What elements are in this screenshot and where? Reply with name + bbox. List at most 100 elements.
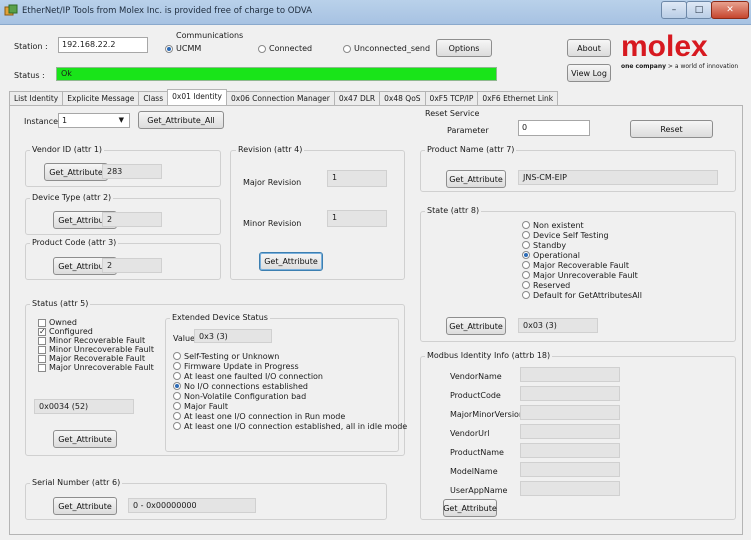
comm-ucmm-radio[interactable]: UCMM	[165, 44, 201, 53]
ext-firmware-update-radio[interactable]: Firmware Update in Progress	[173, 361, 407, 371]
maximize-button[interactable]: □	[686, 1, 712, 19]
view-log-button[interactable]: View Log	[567, 64, 611, 82]
reset-parameter-input[interactable]: 0	[518, 120, 590, 136]
close-button[interactable]: ✕	[711, 1, 749, 19]
comm-unconnected-send-radio[interactable]: Unconnected_send	[343, 44, 430, 53]
checkbox-icon	[38, 318, 46, 327]
reset-button[interactable]: Reset	[630, 120, 713, 138]
station-input[interactable]: 192.168.22.2	[58, 37, 148, 53]
radio-icon	[522, 241, 530, 249]
serial-number-title: Serial Number (attr 6)	[30, 478, 123, 487]
minimize-icon: –	[671, 5, 677, 15]
checkbox-icon	[38, 336, 46, 345]
get-attribute-all-button[interactable]: Get_Attribute_All	[138, 111, 224, 129]
minor-revision-value: 1	[327, 210, 387, 227]
modbus-majorminorversion-value	[520, 405, 620, 420]
tab-qos[interactable]: 0x48 QoS	[379, 91, 426, 105]
status-check-major-unrecoverable[interactable]: Major Unrecoverable Fault	[38, 363, 154, 372]
state-major-unrecoverable-radio[interactable]: Major Unrecoverable Fault	[522, 270, 642, 280]
major-revision-value: 1	[327, 170, 387, 187]
status-value: Ok	[61, 69, 72, 78]
revision-get-attribute-button[interactable]: Get_Attribute	[259, 252, 323, 271]
modbus-modelname-label: ModelName	[450, 467, 498, 476]
tab-list-identity[interactable]: List Identity	[9, 91, 64, 105]
product-name-title: Product Name (attr 7)	[425, 145, 517, 154]
product-code-value: 2	[102, 258, 162, 273]
status-check-owned[interactable]: Owned	[38, 318, 154, 327]
radio-icon	[522, 271, 530, 279]
radio-icon	[343, 44, 351, 53]
tab-class[interactable]: Class	[138, 91, 169, 105]
state-options: Non existent Device Self Testing Standby…	[522, 220, 642, 300]
app-icon	[4, 4, 18, 16]
radio-selected-icon	[173, 382, 181, 390]
state-standby-radio[interactable]: Standby	[522, 240, 642, 250]
radio-icon	[173, 372, 181, 380]
tab-dlr[interactable]: 0x47 DLR	[333, 91, 381, 105]
molex-logo: molex one company > a world of innovatio…	[621, 32, 746, 80]
ext-no-io-radio[interactable]: No I/O connections established	[173, 381, 407, 391]
status-get-attribute-button[interactable]: Get_Attribute	[53, 430, 117, 448]
ext-major-fault-radio[interactable]: Major Fault	[173, 401, 407, 411]
status-check-minor-recoverable[interactable]: Minor Recoverable Fault	[38, 336, 154, 345]
instance-value: 1	[62, 116, 68, 125]
major-revision-label: Major Revision	[243, 178, 302, 187]
tab-ethernet-link[interactable]: 0xF6 Ethernet Link	[477, 91, 559, 105]
status-check-major-recoverable[interactable]: Major Recoverable Fault	[38, 354, 154, 363]
tab-connection-manager[interactable]: 0x06 Connection Manager	[226, 91, 335, 105]
state-default-radio[interactable]: Default for GetAttributesAll	[522, 290, 642, 300]
window-title: EtherNet/IP Tools from Molex Inc. is pro…	[22, 6, 312, 16]
logo-text: molex	[621, 30, 708, 63]
modbus-get-attribute-button[interactable]: Get_Attribute	[443, 499, 497, 517]
ext-idle-mode-radio[interactable]: At least one I/O connection established,…	[173, 421, 407, 431]
minimize-button[interactable]: –	[661, 1, 687, 19]
state-self-testing-radio[interactable]: Device Self Testing	[522, 230, 642, 240]
checkbox-checked-icon: ✓	[38, 326, 46, 336]
communications-label: Communications	[176, 31, 244, 40]
options-button[interactable]: Options	[436, 39, 492, 57]
extended-value-field: 0x3 (3)	[194, 329, 272, 343]
status-check-minor-unrecoverable[interactable]: Minor Unrecoverable Fault	[38, 345, 154, 354]
tab-explicite-message[interactable]: Explicite Message	[62, 91, 140, 105]
modbus-title: Modbus Identity Info (attrb 18)	[425, 351, 553, 360]
checkbox-icon	[38, 345, 46, 354]
tab-identity[interactable]: 0x01 Identity	[167, 89, 227, 105]
ext-faulted-io-radio[interactable]: At least one faulted I/O connection	[173, 371, 407, 381]
device-type-value: 2	[102, 212, 162, 227]
state-non-existent-radio[interactable]: Non existent	[522, 220, 642, 230]
modbus-productcode-value	[520, 386, 620, 401]
serial-get-attribute-button[interactable]: Get_Attribute	[53, 497, 117, 515]
status-check-configured[interactable]: ✓ Configured	[38, 327, 154, 336]
ext-nonvolatile-bad-radio[interactable]: Non-Volatile Configuration bad	[173, 391, 407, 401]
modbus-userappname-value	[520, 481, 620, 496]
vendor-id-value: 283	[102, 164, 162, 179]
ext-self-testing-radio[interactable]: Self-Testing or Unknown	[173, 351, 407, 361]
vendor-get-attribute-button[interactable]: Get_Attribute	[44, 163, 108, 181]
modbus-vendorurl-value	[520, 424, 620, 439]
modbus-vendorname-label: VendorName	[450, 372, 502, 381]
extended-status-title: Extended Device Status	[170, 313, 270, 322]
radio-icon	[522, 231, 530, 239]
modbus-vendorname-value	[520, 367, 620, 382]
state-reserved-radio[interactable]: Reserved	[522, 280, 642, 290]
state-operational-radio[interactable]: Operational	[522, 250, 642, 260]
modbus-productcode-label: ProductCode	[450, 391, 501, 400]
instance-label: Instance	[24, 117, 59, 126]
modbus-majorminorversion-label: MajorMinorVersion	[450, 410, 525, 419]
radio-icon	[522, 291, 530, 299]
comm-connected-radio[interactable]: Connected	[258, 44, 312, 53]
radio-icon	[173, 392, 181, 400]
close-icon: ✕	[726, 5, 734, 15]
vendor-id-title: Vendor ID (attr 1)	[30, 145, 105, 154]
checkbox-icon	[38, 354, 46, 363]
about-button[interactable]: About	[567, 39, 611, 57]
state-get-attribute-button[interactable]: Get_Attribute	[446, 317, 506, 335]
serial-number-value: 0 - 0x00000000	[128, 498, 256, 513]
ext-run-mode-radio[interactable]: At least one I/O connection in Run mode	[173, 411, 407, 421]
state-major-recoverable-radio[interactable]: Major Recoverable Fault	[522, 260, 642, 270]
status-title: Status (attr 5)	[30, 299, 91, 308]
instance-select[interactable]: 1 ▼	[58, 113, 130, 128]
tab-tcp-ip[interactable]: 0xF5 TCP/IP	[424, 91, 479, 105]
product-name-get-attribute-button[interactable]: Get_Attribute	[446, 170, 506, 188]
radio-icon	[173, 362, 181, 370]
